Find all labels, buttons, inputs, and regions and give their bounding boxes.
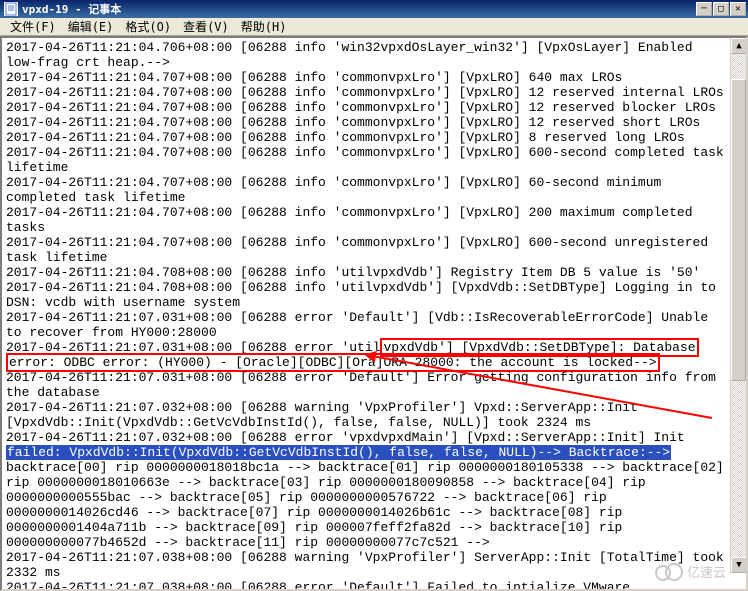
scroll-up-button[interactable]: ▲ bbox=[731, 38, 747, 54]
log-line: 2017-04-26T11:21:07.038+08:00 [06288 war… bbox=[6, 550, 726, 580]
log-text: ORA-28000: the account is locked--> bbox=[383, 355, 656, 370]
log-line: backtrace[00] rip 0000000018018bc1a --> … bbox=[6, 460, 726, 550]
log-line: 2017-04-26T11:21:04.707+08:00 [06288 inf… bbox=[6, 130, 726, 145]
minimize-button[interactable]: ─ bbox=[696, 2, 712, 16]
editor-container: 2017-04-26T11:21:04.706+08:00 [06288 inf… bbox=[0, 36, 748, 591]
scroll-thumb[interactable] bbox=[731, 79, 746, 381]
vertical-scrollbar[interactable]: ▲ ▼ bbox=[730, 38, 746, 573]
log-line: 2017-04-26T11:21:04.707+08:00 [06288 inf… bbox=[6, 70, 726, 85]
notepad-icon bbox=[4, 2, 18, 16]
log-line: 2017-04-26T11:21:07.032+08:00 [06288 war… bbox=[6, 400, 726, 430]
scroll-track[interactable] bbox=[731, 54, 746, 557]
menu-edit[interactable]: 编辑(E) bbox=[62, 17, 120, 36]
log-line: error: ODBC error: (HY000) - [Oracle][OD… bbox=[6, 355, 726, 370]
log-line: 2017-04-26T11:21:04.707+08:00 [06288 inf… bbox=[6, 235, 726, 265]
log-line: failed: VpxdVdb::Init(VpxdVdb::GetVcVdbI… bbox=[6, 445, 726, 460]
log-line: 2017-04-26T11:21:04.707+08:00 [06288 inf… bbox=[6, 115, 726, 130]
menu-help[interactable]: 帮助(H) bbox=[235, 17, 293, 36]
log-line: 2017-04-26T11:21:07.038+08:00 [06288 err… bbox=[6, 580, 726, 589]
titlebar-left: vpxd-19 - 记事本 bbox=[2, 1, 121, 17]
log-line: 2017-04-26T11:21:04.708+08:00 [06288 inf… bbox=[6, 280, 726, 310]
menu-file[interactable]: 文件(F) bbox=[4, 17, 62, 36]
log-line: 2017-04-26T11:21:07.031+08:00 [06288 err… bbox=[6, 310, 726, 340]
log-line: 2017-04-26T11:21:04.706+08:00 [06288 inf… bbox=[6, 40, 726, 70]
log-line: 2017-04-26T11:21:04.707+08:00 [06288 inf… bbox=[6, 85, 726, 100]
window-title: vpxd-19 - 记事本 bbox=[22, 1, 121, 17]
close-button[interactable]: ✕ bbox=[730, 2, 746, 16]
log-text: error: ODBC error: (HY000) - [Oracle][OD… bbox=[9, 355, 383, 370]
log-line: 2017-04-26T11:21:04.707+08:00 [06288 inf… bbox=[6, 205, 726, 235]
window-titlebar: vpxd-19 - 记事本 ─ □ ✕ bbox=[0, 0, 748, 18]
log-line: 2017-04-26T11:21:04.707+08:00 [06288 inf… bbox=[6, 175, 726, 205]
menu-bar: 文件(F) 编辑(E) 格式(O) 查看(V) 帮助(H) bbox=[0, 18, 748, 36]
log-line: 2017-04-26T11:21:04.707+08:00 [06288 inf… bbox=[6, 100, 726, 115]
scroll-down-button[interactable]: ▼ bbox=[731, 557, 747, 573]
log-line: 2017-04-26T11:21:04.708+08:00 [06288 inf… bbox=[6, 265, 726, 280]
log-line: 2017-04-26T11:21:07.031+08:00 [06288 err… bbox=[6, 370, 726, 400]
menu-view[interactable]: 查看(V) bbox=[177, 17, 235, 36]
selected-text: failed: VpxdVdb::Init(VpxdVdb::GetVcVdbI… bbox=[6, 445, 671, 460]
text-area[interactable]: 2017-04-26T11:21:04.706+08:00 [06288 inf… bbox=[2, 38, 730, 589]
maximize-button[interactable]: □ bbox=[713, 2, 729, 16]
menu-format[interactable]: 格式(O) bbox=[119, 17, 177, 36]
log-line: 2017-04-26T11:21:07.032+08:00 [06288 err… bbox=[6, 430, 726, 445]
log-line: 2017-04-26T11:21:04.707+08:00 [06288 inf… bbox=[6, 145, 726, 175]
window-controls: ─ □ ✕ bbox=[696, 2, 746, 16]
